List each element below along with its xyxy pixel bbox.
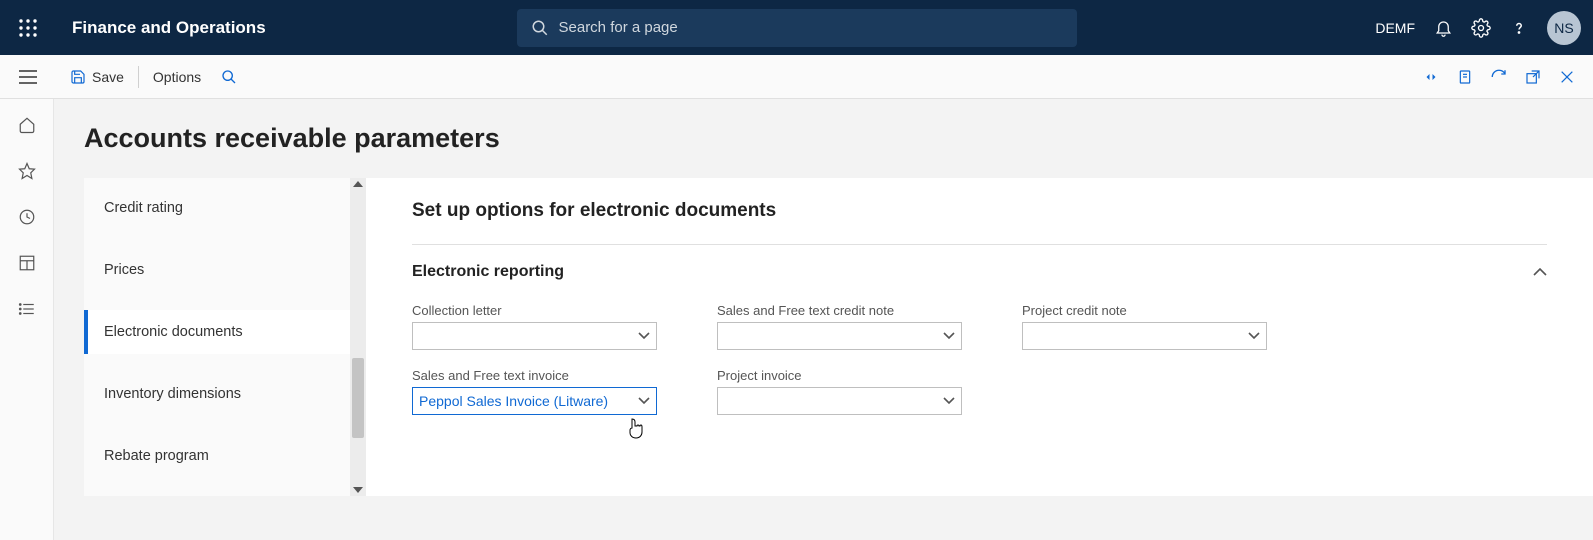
nav-rebate-program[interactable]: Rebate program bbox=[84, 434, 350, 478]
options-label: Options bbox=[153, 69, 201, 85]
project-credit-note-select[interactable] bbox=[1022, 322, 1267, 350]
nav-credit-rating[interactable]: Credit rating bbox=[84, 186, 350, 230]
search-input[interactable]: Search for a page bbox=[517, 9, 1077, 47]
settings-button[interactable] bbox=[1471, 18, 1491, 38]
sales-free-text-credit-note-select[interactable] bbox=[717, 322, 962, 350]
save-label: Save bbox=[92, 69, 124, 85]
popout-icon bbox=[1525, 69, 1541, 85]
rail-modules[interactable] bbox=[17, 299, 37, 319]
field-project-invoice: Project invoice bbox=[717, 368, 962, 415]
app-launcher-button[interactable] bbox=[12, 12, 44, 44]
chevron-down-icon bbox=[943, 332, 955, 340]
chevron-down-icon bbox=[943, 397, 955, 405]
chevron-down-icon bbox=[353, 487, 363, 493]
nav-item-label: Rebate program bbox=[104, 448, 209, 464]
nav-inventory-dimensions[interactable]: Inventory dimensions bbox=[84, 372, 350, 416]
field-label: Project invoice bbox=[717, 368, 962, 383]
main-panel: Set up options for electronic documents … bbox=[366, 178, 1593, 496]
waffle-icon bbox=[19, 19, 37, 37]
field-label: Project credit note bbox=[1022, 303, 1267, 318]
field-label: Sales and Free text credit note bbox=[717, 303, 962, 318]
rail-home[interactable] bbox=[17, 115, 37, 135]
nav-prices[interactable]: Prices bbox=[84, 248, 350, 292]
main-title: Set up options for electronic documents bbox=[412, 200, 1547, 222]
app-header: Finance and Operations Search for a page… bbox=[0, 0, 1593, 55]
side-nav-scrollbar[interactable] bbox=[350, 178, 366, 496]
rail-recent[interactable] bbox=[17, 207, 37, 227]
options-button[interactable]: Options bbox=[143, 63, 211, 91]
company-label[interactable]: DEMF bbox=[1375, 20, 1415, 36]
field-sales-free-text-credit-note: Sales and Free text credit note bbox=[717, 303, 962, 350]
save-icon bbox=[70, 69, 86, 85]
section-header: Electronic reporting bbox=[412, 263, 564, 281]
save-button[interactable]: Save bbox=[60, 63, 134, 91]
refresh-icon bbox=[1490, 68, 1508, 86]
help-icon bbox=[1510, 19, 1528, 37]
command-bar-right bbox=[1421, 67, 1593, 87]
field-collection-letter: Collection letter bbox=[412, 303, 657, 350]
attachments-button[interactable] bbox=[1455, 67, 1475, 87]
chevron-up-icon bbox=[1533, 268, 1547, 276]
project-invoice-select[interactable] bbox=[717, 387, 962, 415]
nav-toggle-button[interactable] bbox=[8, 57, 48, 97]
rail-workspaces[interactable] bbox=[17, 253, 37, 273]
gear-icon bbox=[1471, 18, 1491, 38]
divider bbox=[138, 66, 139, 88]
nav-item-label: Electronic documents bbox=[104, 324, 243, 340]
collection-letter-select[interactable] bbox=[412, 322, 657, 350]
link-icon bbox=[1422, 68, 1440, 86]
open-new-window-button[interactable] bbox=[1523, 67, 1543, 87]
search-icon bbox=[221, 69, 237, 85]
rail-favorites[interactable] bbox=[17, 161, 37, 181]
close-icon bbox=[1559, 69, 1575, 85]
notifications-button[interactable] bbox=[1433, 18, 1453, 38]
document-icon bbox=[1457, 68, 1473, 86]
divider bbox=[412, 244, 1547, 245]
field-label: Sales and Free text invoice bbox=[412, 368, 657, 383]
field-label: Collection letter bbox=[412, 303, 657, 318]
field-sales-free-text-invoice: Sales and Free text invoice Peppol Sales… bbox=[412, 368, 657, 415]
scroll-up-button[interactable] bbox=[352, 178, 364, 190]
scroll-thumb[interactable] bbox=[352, 358, 364, 438]
grid-icon bbox=[18, 254, 36, 272]
parameters-side-nav: Credit rating Prices Electronic document… bbox=[84, 178, 350, 496]
sales-free-text-invoice-select[interactable]: Peppol Sales Invoice (Litware) bbox=[412, 387, 657, 415]
user-avatar[interactable]: NS bbox=[1547, 11, 1581, 45]
header-right: DEMF NS bbox=[1375, 11, 1581, 45]
star-icon bbox=[18, 162, 36, 180]
page-title: Accounts receivable parameters bbox=[84, 123, 1593, 154]
section-collapse-button[interactable] bbox=[1533, 263, 1547, 281]
dataverse-button[interactable] bbox=[1421, 67, 1441, 87]
command-bar: Save Options bbox=[0, 55, 1593, 99]
home-icon bbox=[18, 116, 36, 134]
scroll-down-button[interactable] bbox=[352, 484, 364, 496]
chevron-down-icon bbox=[638, 332, 650, 340]
nav-item-label: Credit rating bbox=[104, 200, 183, 216]
bell-icon bbox=[1434, 18, 1453, 37]
nav-item-label: Prices bbox=[104, 262, 144, 278]
chevron-up-icon bbox=[353, 181, 363, 187]
select-value: Peppol Sales Invoice (Litware) bbox=[419, 393, 608, 409]
chevron-down-icon bbox=[1248, 332, 1260, 340]
refresh-button[interactable] bbox=[1489, 67, 1509, 87]
nav-electronic-documents[interactable]: Electronic documents bbox=[84, 310, 350, 354]
search-command-button[interactable] bbox=[211, 63, 247, 91]
left-rail bbox=[0, 99, 54, 540]
list-icon bbox=[18, 300, 36, 318]
user-initials: NS bbox=[1554, 20, 1573, 36]
chevron-down-icon bbox=[638, 397, 650, 405]
search-icon bbox=[531, 19, 549, 37]
close-button[interactable] bbox=[1557, 67, 1577, 87]
search-placeholder: Search for a page bbox=[559, 19, 678, 36]
clock-icon bbox=[18, 208, 36, 226]
app-title: Finance and Operations bbox=[72, 18, 266, 38]
help-button[interactable] bbox=[1509, 18, 1529, 38]
content-area: Accounts receivable parameters Credit ra… bbox=[54, 99, 1593, 540]
field-project-credit-note: Project credit note bbox=[1022, 303, 1267, 350]
nav-item-label: Inventory dimensions bbox=[104, 386, 241, 402]
hamburger-icon bbox=[19, 70, 37, 84]
